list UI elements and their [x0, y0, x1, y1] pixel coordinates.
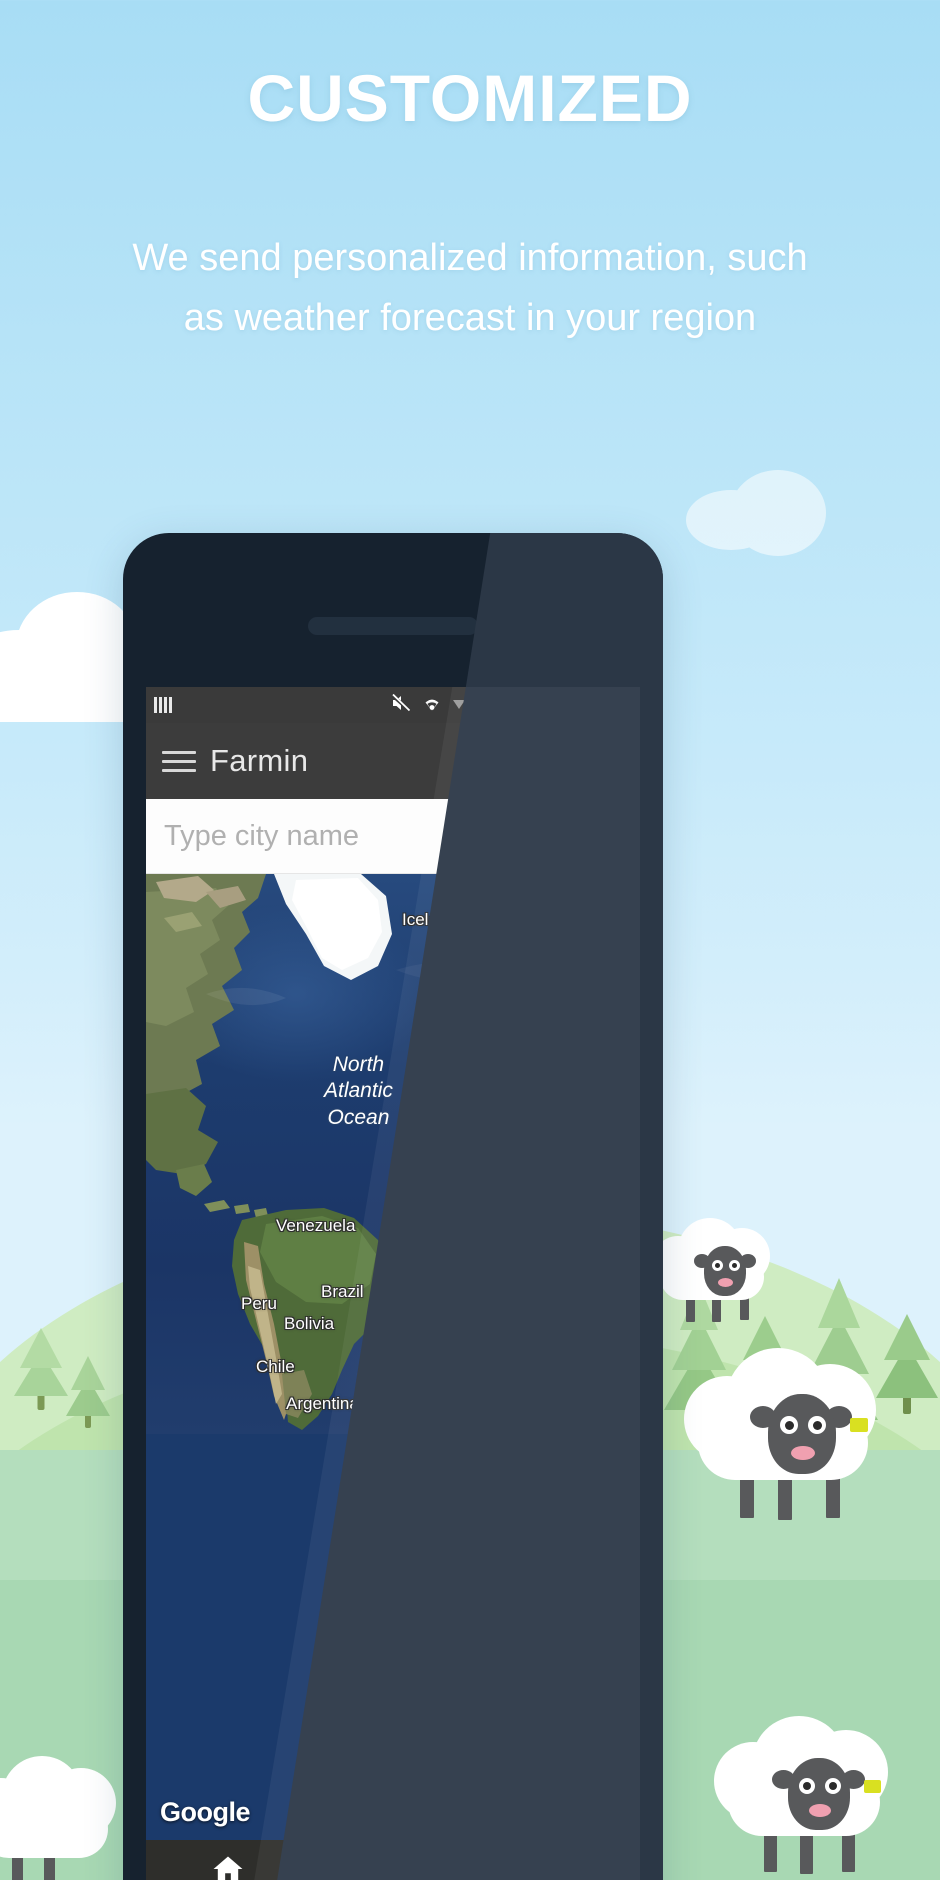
page-subtitle: We send personalized information, such a…	[132, 237, 808, 340]
map-view[interactable]: Iceland Sweden Norway United Kingdom Germany U…	[146, 874, 640, 1840]
map-label: Germany	[501, 1024, 571, 1043]
map-label: Peru	[241, 1294, 277, 1313]
map-label: Egypt	[589, 1128, 633, 1147]
nav-item-home[interactable]: Home	[146, 1852, 311, 1880]
map-label: Brazil	[321, 1282, 364, 1301]
city-search-bar[interactable]	[146, 799, 640, 874]
status-bar-right: 9:52 AM	[390, 692, 632, 718]
bottom-navigation: Home Dashboard	[146, 1840, 640, 1880]
map-ocean-label: South Atlantic Ocean	[431, 1325, 500, 1401]
map-label: Nigeria	[486, 1210, 540, 1229]
tree-left-2	[66, 1336, 110, 1428]
phone-speaker	[308, 617, 478, 635]
search-input[interactable]	[164, 819, 576, 853]
map-label: Mali	[446, 1174, 478, 1193]
sheep-mid-right	[646, 1210, 786, 1330]
toolbar-actions	[474, 741, 624, 781]
map-label: Argentina	[286, 1394, 359, 1413]
map-label: Italy	[496, 1060, 528, 1079]
page-title: CUSTOMIZED	[247, 61, 693, 135]
map-label: Sudan	[593, 1172, 640, 1191]
nav-item-activities[interactable]: Activities	[475, 1853, 640, 1880]
map-ocean-label: North Atlantic Ocean	[324, 1053, 393, 1129]
app-title: Farmin	[210, 743, 309, 778]
status-bar-time: 9:52 AM	[549, 692, 632, 717]
my-location-icon[interactable]	[570, 902, 624, 956]
notifications-bell-icon[interactable]	[474, 741, 512, 781]
map-label: Kingdom	[451, 996, 519, 1015]
map-label: Chile	[256, 1357, 295, 1376]
wifi-dropdown-icon	[452, 696, 465, 714]
wifi-icon	[420, 694, 444, 717]
sheep-bottom-left	[0, 1746, 134, 1880]
map-label: Tanz	[608, 1267, 640, 1286]
signal-icon	[473, 696, 496, 714]
phone-mockup: 9:52 AM Farmin Type city name Iceland Sw…	[123, 533, 663, 1880]
map-label: Iceland	[402, 910, 457, 929]
dashboard-grid-icon	[377, 1853, 409, 1880]
hamburger-icon[interactable]	[162, 750, 196, 772]
nav-item-dashboard[interactable]: Dashboard	[311, 1853, 476, 1880]
map-label: South Africa	[536, 1374, 628, 1393]
map-label: Ukraine	[591, 1024, 640, 1043]
app-toolbar: Farmin	[146, 723, 640, 799]
google-logo: Google	[160, 1797, 251, 1827]
map-label: Algeria	[464, 1134, 517, 1153]
battery-icon	[504, 697, 540, 713]
settings-gear-icon[interactable]	[530, 742, 568, 780]
map-label: Chad	[546, 1184, 587, 1203]
home-icon	[211, 1852, 245, 1880]
tree-left-1	[14, 1300, 68, 1410]
map-label: Spain	[441, 1062, 485, 1081]
status-bar-left	[154, 697, 172, 713]
filter-funnel-icon[interactable]	[586, 742, 624, 780]
phone-screen: 9:52 AM Farmin Type city name Iceland Sw…	[146, 687, 640, 1880]
map-label: United	[458, 974, 508, 993]
status-bar: 9:52 AM	[146, 687, 640, 723]
clipboard-icon	[543, 1853, 573, 1880]
sheep-bottom-right	[706, 1704, 906, 1874]
search-icon[interactable]	[576, 811, 622, 862]
map-label: Norway	[496, 942, 554, 961]
map-label: Bolivia	[284, 1314, 335, 1333]
map-label: Libya	[531, 1132, 572, 1151]
bars-icon	[154, 697, 172, 713]
map-label: Venezuela	[276, 1216, 356, 1235]
map-label: Botswana	[551, 1336, 626, 1355]
map-label: Niger	[496, 1174, 537, 1193]
sheep-front-right	[674, 1334, 904, 1524]
mute-icon	[390, 693, 412, 717]
map-label: Turkey	[603, 1059, 640, 1078]
map-label: Angola	[541, 1292, 594, 1311]
